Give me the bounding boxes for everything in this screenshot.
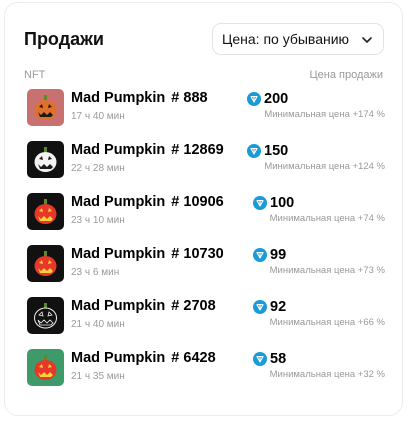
- min-price-note: Минимальная цена +74 %: [269, 213, 385, 224]
- nft-name[interactable]: Mad Pumpkin # 6428: [71, 350, 216, 366]
- nft-name[interactable]: Mad Pumpkin # 12869: [71, 142, 224, 158]
- nft-collection-name: Mad Pumpkin: [71, 142, 166, 158]
- sale-row[interactable]: Mad Pumpkin # 2708 21 ч 40 мин 92 Минима…: [5, 297, 404, 349]
- sale-time: 21 ч 35 мин: [71, 371, 125, 382]
- nft-collection-name: Mad Pumpkin: [71, 194, 166, 210]
- pumpkin-icon: [34, 199, 57, 224]
- sales-card: Продажи Цена: по убыванию NFT Цена прода…: [4, 2, 403, 416]
- nft-name[interactable]: Mad Pumpkin # 888: [71, 90, 208, 106]
- nft-thumbnail: [27, 89, 64, 126]
- min-price-note: Минимальная цена +124 %: [264, 161, 385, 172]
- nft-number: # 10730: [171, 246, 224, 262]
- pumpkin-icon: [34, 355, 57, 380]
- nft-name[interactable]: Mad Pumpkin # 10730: [71, 246, 224, 262]
- chevron-down-icon: [361, 33, 373, 45]
- price-block: 150 Минимальная цена +124 %: [245, 143, 385, 183]
- sale-row[interactable]: Mad Pumpkin # 12869 22 ч 28 мин 150 Мини…: [5, 141, 404, 193]
- sales-title: Продажи: [24, 29, 104, 49]
- sale-time: 23 ч 6 мин: [71, 267, 120, 278]
- price-block: 200 Минимальная цена +174 %: [245, 91, 385, 131]
- sale-price: 100: [253, 195, 294, 211]
- price-block: 58 Минимальная цена +32 %: [245, 351, 385, 391]
- pumpkin-icon: [34, 147, 57, 172]
- sale-row[interactable]: Mad Pumpkin # 10906 23 ч 10 мин 100 Мини…: [5, 193, 404, 245]
- price-value: 150: [264, 143, 289, 159]
- ton-icon: [253, 300, 267, 314]
- nft-collection-name: Mad Pumpkin: [71, 350, 166, 366]
- sale-price: 92: [253, 299, 286, 315]
- ton-icon: [253, 196, 267, 210]
- price-block: 92 Минимальная цена +66 %: [245, 299, 385, 339]
- sort-dropdown[interactable]: Цена: по убыванию: [212, 23, 384, 55]
- sale-price: 200: [247, 91, 288, 107]
- price-block: 100 Минимальная цена +74 %: [245, 195, 385, 235]
- nft-number: # 6428: [171, 350, 216, 366]
- nft-collection-name: Mad Pumpkin: [71, 246, 166, 262]
- nft-number: # 2708: [171, 298, 216, 314]
- price-block: 99 Минимальная цена +73 %: [245, 247, 385, 287]
- price-value: 200: [264, 91, 289, 107]
- sale-row[interactable]: Mad Pumpkin # 6428 21 ч 35 мин 58 Минима…: [5, 349, 404, 401]
- price-value: 92: [270, 299, 287, 315]
- min-price-note: Минимальная цена +73 %: [269, 265, 385, 276]
- nft-thumbnail: [27, 245, 64, 282]
- sale-time: 23 ч 10 мин: [71, 215, 125, 226]
- ton-icon: [247, 92, 261, 106]
- nft-number: # 888: [171, 90, 208, 106]
- ton-icon: [247, 144, 261, 158]
- column-header-nft: NFT: [24, 69, 46, 81]
- column-header-price: Цена продажи: [309, 69, 384, 81]
- pumpkin-icon: [34, 251, 57, 276]
- sale-row[interactable]: Mad Pumpkin # 888 17 ч 40 мин 200 Минима…: [5, 89, 404, 141]
- min-price-note: Минимальная цена +174 %: [264, 109, 385, 120]
- min-price-note: Минимальная цена +32 %: [269, 369, 385, 380]
- nft-number: # 12869: [171, 142, 224, 158]
- sale-time: 21 ч 40 мин: [71, 319, 125, 330]
- price-value: 100: [270, 195, 295, 211]
- sort-dropdown-label: Цена: по убыванию: [222, 31, 350, 47]
- min-price-note: Минимальная цена +66 %: [269, 317, 385, 328]
- nft-collection-name: Mad Pumpkin: [71, 298, 166, 314]
- nft-thumbnail: [27, 141, 64, 178]
- nft-name[interactable]: Mad Pumpkin # 2708: [71, 298, 216, 314]
- ton-icon: [253, 352, 267, 366]
- ton-icon: [253, 248, 267, 262]
- price-value: 58: [270, 351, 287, 367]
- sale-row[interactable]: Mad Pumpkin # 10730 23 ч 6 мин 99 Минима…: [5, 245, 404, 297]
- nft-name[interactable]: Mad Pumpkin # 10906: [71, 194, 224, 210]
- sale-price: 99: [253, 247, 286, 263]
- nft-collection-name: Mad Pumpkin: [71, 90, 166, 106]
- sale-price: 150: [247, 143, 288, 159]
- nft-thumbnail: [27, 349, 64, 386]
- nft-thumbnail: [27, 297, 64, 334]
- pumpkin-icon: [34, 95, 57, 120]
- pumpkin-icon: [34, 303, 57, 329]
- nft-thumbnail: [27, 193, 64, 230]
- sale-price: 58: [253, 351, 286, 367]
- sale-time: 17 ч 40 мин: [71, 111, 125, 122]
- nft-number: # 10906: [171, 194, 224, 210]
- sale-time: 22 ч 28 мин: [71, 163, 125, 174]
- price-value: 99: [270, 247, 287, 263]
